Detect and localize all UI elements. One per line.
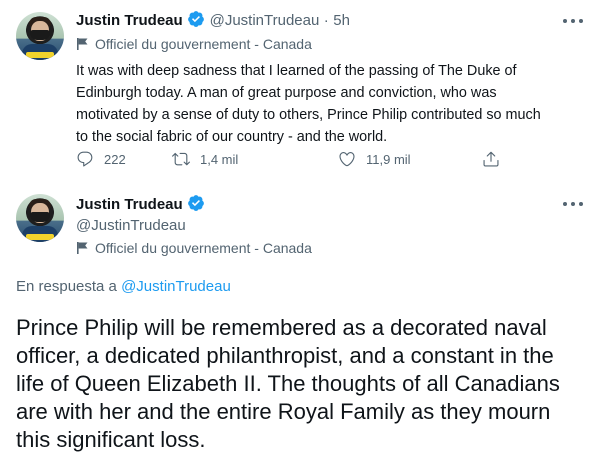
share-button[interactable] [482, 150, 500, 168]
separator-dot: · [323, 12, 329, 29]
government-label: Officiel du gouvernement - Canada [76, 36, 312, 52]
tweet-1-actions: 222 1,4 mil 11,9 mil [76, 150, 516, 170]
tweet-2-header: Justin Trudeau [76, 194, 205, 214]
retweet-icon [172, 152, 190, 166]
like-icon [339, 152, 355, 167]
reply-button[interactable]: 222 [76, 150, 126, 168]
share-icon [483, 151, 499, 167]
author-handle[interactable]: @JustinTrudeau [210, 12, 320, 29]
retweet-count: 1,4 mil [200, 151, 239, 167]
more-horizontal-icon[interactable] [563, 14, 583, 28]
author-name[interactable]: Justin Trudeau [76, 196, 183, 213]
like-count: 11,9 mil [366, 151, 411, 167]
retweet-button[interactable]: 1,4 mil [172, 150, 238, 168]
reply-count: 222 [104, 151, 126, 167]
like-button[interactable]: 11,9 mil [338, 150, 411, 168]
author-name[interactable]: Justin Trudeau [76, 12, 183, 29]
government-label: Officiel du gouvernement - Canada [76, 240, 312, 256]
verified-badge-icon [188, 11, 205, 27]
tweet-2-text: Prince Philip will be remembered as a de… [16, 315, 560, 452]
author-handle[interactable]: @JustinTrudeau [76, 217, 186, 234]
verified-badge-icon [188, 195, 205, 211]
reply-icon [77, 151, 93, 167]
government-label-text: Officiel du gouvernement - Canada [95, 240, 312, 256]
government-flag-icon [77, 38, 88, 50]
tweet-time[interactable]: 5h [333, 12, 350, 29]
reply-context: En respuesta a @JustinTrudeau [16, 278, 231, 295]
reply-prefix: En respuesta a [16, 278, 117, 295]
reply-handle-link[interactable]: @JustinTrudeau [121, 278, 231, 295]
government-flag-icon [77, 242, 88, 254]
government-label-text: Officiel du gouvernement - Canada [95, 36, 312, 52]
tweet-1-text: It was with deep sadness that I learned … [76, 63, 541, 145]
avatar[interactable] [16, 12, 64, 60]
tweet-1-header: Justin Trudeau @JustinTrudeau · 5h [76, 10, 350, 30]
more-horizontal-icon[interactable] [563, 197, 583, 211]
avatar[interactable] [16, 194, 64, 242]
